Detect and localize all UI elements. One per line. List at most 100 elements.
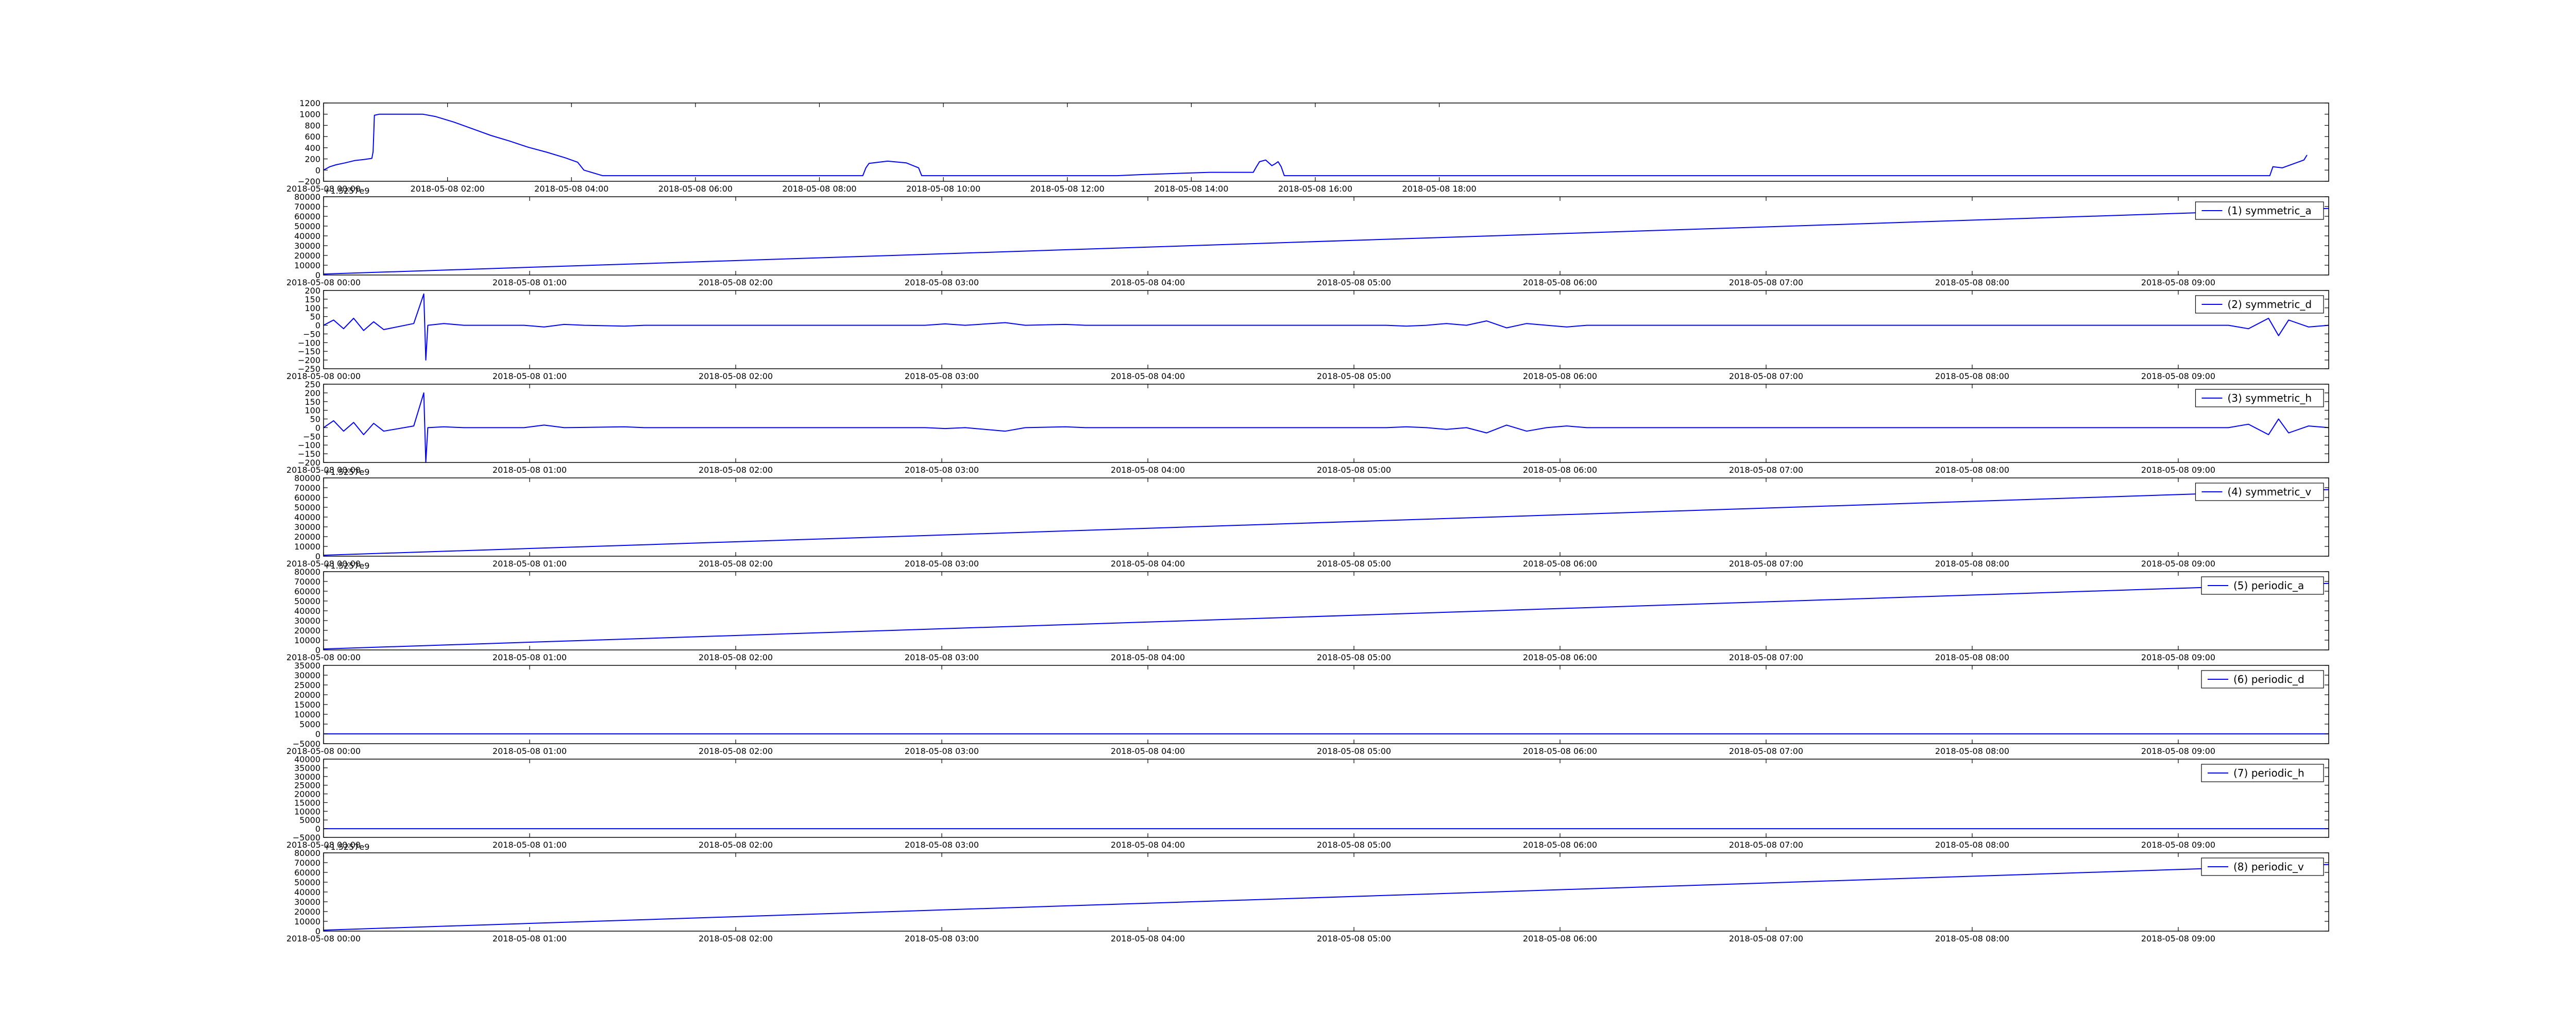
y-tick-label: 80000 [294,848,320,858]
axes-frame [323,477,2329,557]
y-tick-label: 70000 [294,202,320,212]
x-tick-label: 2018-05-08 04:00 [1111,559,1185,569]
x-tick-label: 2018-05-08 02:00 [411,184,485,194]
x-tick-label: 2018-05-08 05:00 [1317,559,1391,569]
legend: (6) periodic_d [2201,670,2324,689]
y-tick-label: 50000 [294,221,320,231]
subplot-3: 200150100500−50−100−150−200−2502018-05-0… [286,286,2329,381]
y-tick-label: 70000 [294,577,320,587]
x-tick-label: 2018-05-08 03:00 [905,371,979,381]
x-tick-label: 2018-05-08 04:00 [1111,840,1185,850]
legend-label: (4) symmetric_v [2228,486,2312,498]
subplot-4: 250200150100500−50−100−150−2002018-05-08… [286,380,2329,475]
x-tick-label: 2018-05-08 01:00 [493,465,567,475]
subplot-7: 35000300002500020000150001000050000−5000… [286,661,2329,756]
y-tick-label: 25000 [294,680,320,690]
x-tick-label: 2018-05-08 09:00 [2141,934,2215,943]
x-tick-label: 2018-05-08 01:00 [493,840,567,850]
x-tick-label: 2018-05-08 02:00 [699,653,773,662]
x-tick-label: 2018-05-08 08:00 [1935,746,2009,756]
y-tick-label: 50000 [294,503,320,512]
x-tick-label: 2018-05-08 01:00 [493,559,567,569]
series-line [323,208,2329,275]
x-tick-label: 2018-05-08 04:00 [1111,278,1185,287]
series-line [323,113,2308,177]
offset-label: +1.5257e9 [324,842,369,852]
x-tick-label: 2018-05-08 09:00 [2141,746,2215,756]
x-tick-label: 2018-05-08 03:00 [905,278,979,287]
axes-frame [323,852,2329,932]
x-tick-label: 2018-05-08 04:00 [1111,746,1185,756]
x-tick-label: 2018-05-08 09:00 [2141,278,2215,287]
x-tick-label: 2018-05-08 07:00 [1729,746,1803,756]
y-tick-label: 20000 [294,907,320,917]
axes-frame [323,384,2329,463]
series-line [323,293,2329,361]
y-tick-label: 40000 [294,231,320,241]
x-tick-label: 2018-05-08 08:00 [782,184,856,194]
x-tick-label: 2018-05-08 03:00 [905,840,979,850]
y-tick-label: 10000 [294,710,320,719]
y-tick-label: 50000 [294,878,320,887]
x-tick-label: 2018-05-08 02:00 [699,559,773,569]
series-line [323,489,2329,556]
x-tick-label: 2018-05-08 07:00 [1729,934,1803,943]
legend: (1) symmetric_a [2195,201,2324,220]
x-tick-label: 2018-05-08 09:00 [2141,559,2215,569]
y-tick-label: 30000 [294,616,320,626]
x-tick-label: 2018-05-08 07:00 [1729,278,1803,287]
legend: (7) periodic_h [2201,764,2324,782]
y-tick-label: 35000 [294,661,320,671]
y-tick-label: 20000 [294,532,320,542]
x-tick-label: 2018-05-08 06:00 [1523,653,1597,662]
y-tick-label: 80000 [294,473,320,483]
legend-label: (1) symmetric_a [2228,204,2312,217]
x-tick-label: 2018-05-08 02:00 [699,278,773,287]
x-tick-label: 2018-05-08 18:00 [1402,184,1476,194]
x-tick-label: 2018-05-08 06:00 [1523,559,1597,569]
x-tick-label: 2018-05-08 02:00 [699,840,773,850]
x-tick-label: 2018-05-08 07:00 [1729,559,1803,569]
subplot-8: 4000035000300002500020000150001000050000… [286,754,2329,850]
x-tick-label: 2018-05-08 09:00 [2141,653,2215,662]
x-tick-label: 2018-05-08 10:00 [906,184,980,194]
x-tick-label: 2018-05-08 06:00 [1523,840,1597,850]
offset-label: +1.5257e9 [324,561,369,571]
x-tick-label: 2018-05-08 08:00 [1935,371,2009,381]
y-tick-label: 70000 [294,858,320,868]
x-tick-label: 2018-05-08 03:00 [905,559,979,569]
x-tick-label: 2018-05-08 01:00 [493,746,567,756]
series-line [323,392,2329,463]
x-tick-label: 2018-05-08 00:00 [286,934,361,943]
y-tick-label: 1000 [299,110,320,119]
x-tick-label: 2018-05-08 06:00 [1523,278,1597,287]
y-tick-label: 40000 [294,512,320,522]
x-tick-label: 2018-05-08 04:00 [1111,934,1185,943]
axes-frame [323,665,2329,744]
x-tick-label: 2018-05-08 05:00 [1317,653,1391,662]
x-tick-label: 2018-05-08 04:00 [1111,371,1185,381]
y-tick-label: 60000 [294,493,320,503]
y-tick-label: 800 [304,121,320,130]
y-tick-label: 15000 [294,700,320,710]
axes-frame [323,290,2329,369]
y-tick-label: 5000 [299,719,320,729]
y-tick-label: 60000 [294,212,320,221]
x-tick-label: 2018-05-08 02:00 [699,465,773,475]
x-tick-label: 2018-05-08 04:00 [1111,465,1185,475]
axes-frame [323,571,2329,650]
x-tick-label: 2018-05-08 03:00 [905,653,979,662]
offset-label: +1.5257e9 [324,467,369,477]
x-tick-label: 2018-05-08 08:00 [1935,559,2009,569]
y-tick-label: 80000 [294,192,320,202]
x-tick-label: 2018-05-08 08:00 [1935,278,2009,287]
y-tick-label: 10000 [294,917,320,926]
y-tick-label: 600 [304,132,320,142]
x-tick-label: 2018-05-08 03:00 [905,934,979,943]
x-tick-label: 2018-05-08 04:00 [1111,653,1185,662]
legend: (8) periodic_v [2201,857,2324,876]
x-tick-label: 2018-05-08 01:00 [493,371,567,381]
x-tick-label: 2018-05-08 06:00 [1523,465,1597,475]
y-tick-label: 1200 [299,98,320,108]
y-tick-label: 0 [315,165,320,175]
